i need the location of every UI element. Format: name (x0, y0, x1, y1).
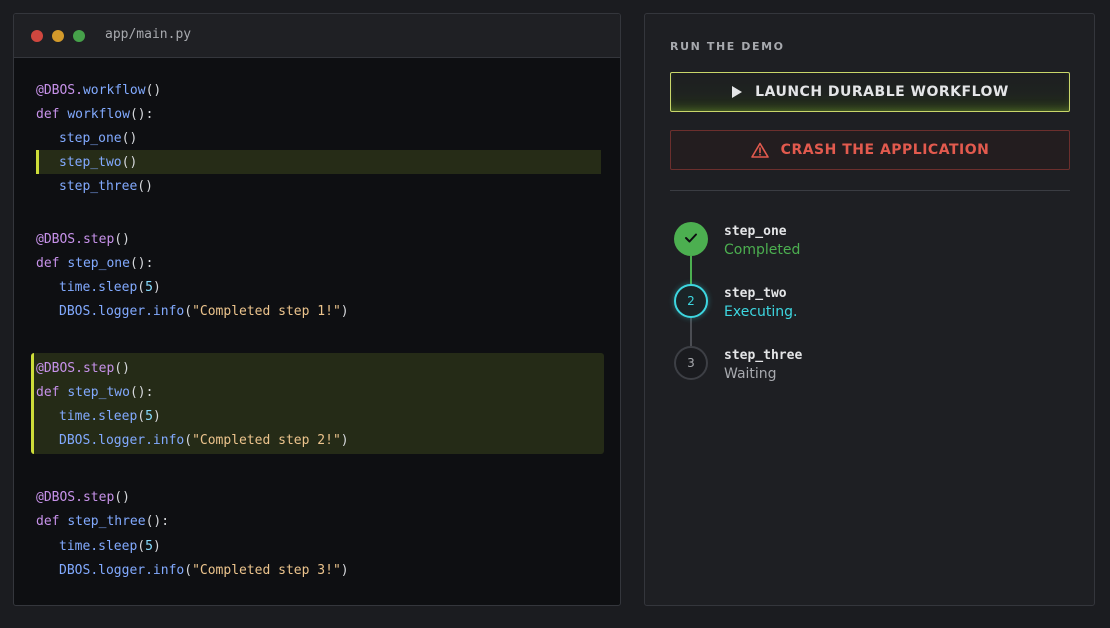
launch-workflow-button[interactable]: LAUNCH DURABLE WORKFLOW (670, 72, 1070, 112)
warning-icon (750, 142, 769, 158)
file-name: app/main.py (105, 27, 192, 42)
step-two-status: Executing. (724, 304, 798, 320)
code-line: @DBOS.step() (36, 361, 130, 376)
minimize-window-dot[interactable] (52, 30, 64, 42)
code-line: def step_two(): (36, 385, 154, 400)
step-one-name: step_one (724, 224, 787, 239)
code-line: time.sleep(5) (59, 280, 161, 295)
maximize-window-dot[interactable] (73, 30, 85, 42)
code-line: @DBOS.workflow() (36, 83, 162, 98)
step-two-marker: 2 (674, 284, 708, 318)
code-line: @DBOS.step() (36, 490, 130, 505)
code-area: @DBOS.workflow() def workflow(): step_on… (14, 58, 620, 605)
demo-control-panel: RUN THE DEMO LAUNCH DURABLE WORKFLOW CRA… (644, 13, 1095, 606)
code-line: step_three() (59, 179, 153, 194)
step-three-status: Waiting (724, 366, 777, 382)
check-icon (684, 232, 698, 247)
code-line: @DBOS.step() (36, 232, 130, 247)
code-line: def step_one(): (36, 256, 154, 271)
code-line: def step_three(): (36, 514, 170, 529)
crash-button-label: CRASH THE APPLICATION (780, 142, 990, 158)
code-line: step_one() (59, 131, 138, 146)
code-line: DBOS.logger.info("Completed step 3!") (59, 563, 349, 578)
play-icon (731, 85, 743, 99)
step-two-name: step_two (724, 286, 787, 301)
step-one-marker (674, 222, 708, 256)
code-line: DBOS.logger.info("Completed step 1!") (59, 304, 349, 319)
step-three-marker: 3 (674, 346, 708, 380)
code-line: step_two() (59, 155, 138, 170)
crash-application-button[interactable]: CRASH THE APPLICATION (670, 130, 1070, 170)
code-line: def workflow(): (36, 107, 154, 122)
launch-button-label: LAUNCH DURABLE WORKFLOW (755, 84, 1009, 100)
code-editor-panel: app/main.py @DBOS.workflow() def workflo… (13, 13, 621, 606)
code-line: time.sleep(5) (59, 409, 161, 424)
divider (670, 190, 1070, 191)
step-one-status: Completed (724, 242, 801, 258)
step-connector (690, 256, 692, 284)
step-connector (690, 318, 692, 346)
section-title: RUN THE DEMO (670, 40, 785, 53)
step-three-name: step_three (724, 348, 803, 363)
editor-titlebar: app/main.py (14, 14, 620, 58)
code-line: DBOS.logger.info("Completed step 2!") (59, 433, 349, 448)
close-window-dot[interactable] (31, 30, 43, 42)
code-line: time.sleep(5) (59, 539, 161, 554)
